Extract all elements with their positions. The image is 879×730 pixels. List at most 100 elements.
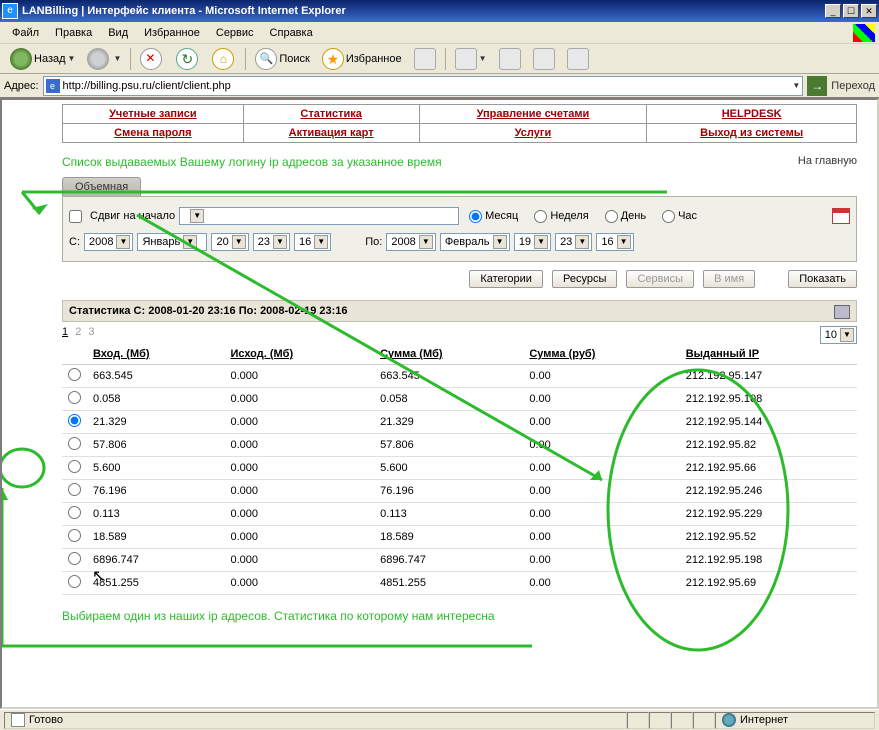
cell-out: 0.000 [224, 572, 374, 595]
page-3[interactable]: 3 [88, 326, 94, 338]
period-day-radio[interactable] [605, 210, 618, 223]
period-hour-radio[interactable] [662, 210, 675, 223]
menu-file[interactable]: Файл [4, 25, 47, 41]
forward-button[interactable]: ▼ [82, 45, 126, 73]
cell-in: 57.806 [87, 434, 224, 457]
cell-ip: 212.192.95.229 [680, 503, 857, 526]
ie-icon: e [2, 3, 18, 19]
shift-checkbox[interactable] [69, 210, 82, 223]
period-month-radio[interactable] [469, 210, 482, 223]
search-button[interactable]: 🔍 Поиск [250, 45, 314, 73]
nav-accounts[interactable]: Учетные записи [109, 108, 197, 120]
mail-button[interactable]: ▼ [450, 45, 492, 73]
col-sum-rub[interactable]: Сумма (руб) [523, 344, 679, 365]
nav-activate-cards[interactable]: Активация карт [289, 127, 374, 139]
refresh-button[interactable]: ↻ [171, 45, 205, 73]
messenger-button[interactable] [562, 45, 594, 73]
row-radio[interactable] [68, 368, 81, 381]
history-button[interactable] [409, 45, 441, 73]
stop-button[interactable] [135, 45, 169, 73]
from-year[interactable]: 2008▼ [84, 233, 133, 251]
menu-view[interactable]: Вид [100, 25, 136, 41]
page-1[interactable]: 1 [62, 326, 68, 338]
row-radio[interactable] [68, 552, 81, 565]
nav-helpdesk[interactable]: HELPDESK [722, 108, 782, 120]
history-icon [414, 48, 436, 70]
to-year[interactable]: 2008▼ [386, 233, 435, 251]
print-icon[interactable] [834, 305, 850, 319]
favorites-button[interactable]: ★ Избранное [317, 45, 407, 73]
print-button[interactable] [494, 45, 526, 73]
nav-logout[interactable]: Выход из системы [700, 127, 803, 139]
col-out[interactable]: Исход. (Мб) [224, 344, 374, 365]
cell-sum-rub: 0.00 [523, 503, 679, 526]
close-button[interactable]: ✕ [861, 4, 877, 18]
col-in[interactable]: Вход. (Мб) [87, 344, 224, 365]
search-label: Поиск [279, 53, 309, 65]
calendar-icon[interactable] [832, 208, 850, 224]
home-button[interactable]: ⌂ [207, 45, 241, 73]
nav-services[interactable]: Услуги [515, 127, 552, 139]
nav-change-pass[interactable]: Смена пароля [114, 127, 191, 139]
row-radio[interactable] [68, 437, 81, 450]
chevron-down-icon[interactable]: ▼ [792, 81, 800, 90]
stop-icon [140, 48, 162, 70]
stats-header-text: Статистика С: 2008-01-20 23:16 По: 2008-… [69, 305, 348, 317]
back-button[interactable]: Назад ▼ [5, 45, 80, 73]
from-hour[interactable]: 23▼ [253, 233, 290, 251]
url-input[interactable] [63, 80, 791, 92]
cell-in: 76.196 [87, 480, 224, 503]
row-radio[interactable] [68, 529, 81, 542]
menu-service[interactable]: Сервис [208, 25, 262, 41]
separator [130, 48, 131, 70]
to-main-link[interactable]: На главную [798, 155, 857, 167]
resources-button[interactable]: Ресурсы [552, 270, 617, 288]
services-button[interactable]: Сервисы [626, 270, 694, 288]
edit-button[interactable] [528, 45, 560, 73]
menu-bar: Файл Правка Вид Избранное Сервис Справка [0, 22, 879, 44]
col-ip[interactable]: Выданный IP [680, 344, 857, 365]
from-day[interactable]: 20▼ [211, 233, 248, 251]
shift-combo[interactable]: ▼ [179, 207, 459, 225]
to-day[interactable]: 19▼ [514, 233, 551, 251]
cell-sum-rub: 0.00 [523, 480, 679, 503]
cell-ip: 212.192.95.69 [680, 572, 857, 595]
row-radio[interactable] [68, 460, 81, 473]
tab-volume[interactable]: Объемная [62, 177, 141, 196]
menu-edit[interactable]: Правка [47, 25, 100, 41]
row-radio[interactable] [68, 414, 81, 427]
to-label: По: [365, 236, 382, 248]
nav-links: Учетные записи Статистика Управление сче… [62, 104, 857, 143]
row-radio[interactable] [68, 506, 81, 519]
toname-button[interactable]: В имя [703, 270, 755, 288]
from-min[interactable]: 16▼ [294, 233, 331, 251]
to-min[interactable]: 16▼ [596, 233, 633, 251]
cell-sum-mb: 57.806 [374, 434, 523, 457]
menu-help[interactable]: Справка [262, 25, 321, 41]
status-empty-4 [693, 712, 715, 729]
menu-favorites[interactable]: Избранное [136, 25, 208, 41]
row-radio[interactable] [68, 483, 81, 496]
star-icon: ★ [322, 48, 344, 70]
to-hour[interactable]: 23▼ [555, 233, 592, 251]
cell-out: 0.000 [224, 388, 374, 411]
minimize-button[interactable]: _ [825, 4, 841, 18]
url-field-wrap[interactable]: e ▼ [43, 76, 804, 96]
maximize-button[interactable]: ☐ [843, 4, 859, 18]
show-button[interactable]: Показать [788, 270, 857, 288]
nav-accounts-mgmt[interactable]: Управление счетами [477, 108, 590, 120]
col-sum-mb[interactable]: Сумма (Мб) [374, 344, 523, 365]
pagesize-combo[interactable]: 10▼ [820, 326, 857, 344]
page-2[interactable]: 2 [75, 326, 81, 338]
nav-statistics[interactable]: Статистика [300, 108, 362, 120]
back-icon [10, 48, 32, 70]
to-month[interactable]: Февраль▼ [440, 233, 510, 251]
period-week-radio[interactable] [534, 210, 547, 223]
row-radio[interactable] [68, 575, 81, 588]
go-label[interactable]: Переход [831, 80, 875, 92]
from-month[interactable]: Январь▼ [137, 233, 207, 251]
categories-button[interactable]: Категории [469, 270, 543, 288]
status-ready-text: Готово [29, 714, 63, 726]
go-button[interactable]: → [807, 76, 827, 96]
row-radio[interactable] [68, 391, 81, 404]
